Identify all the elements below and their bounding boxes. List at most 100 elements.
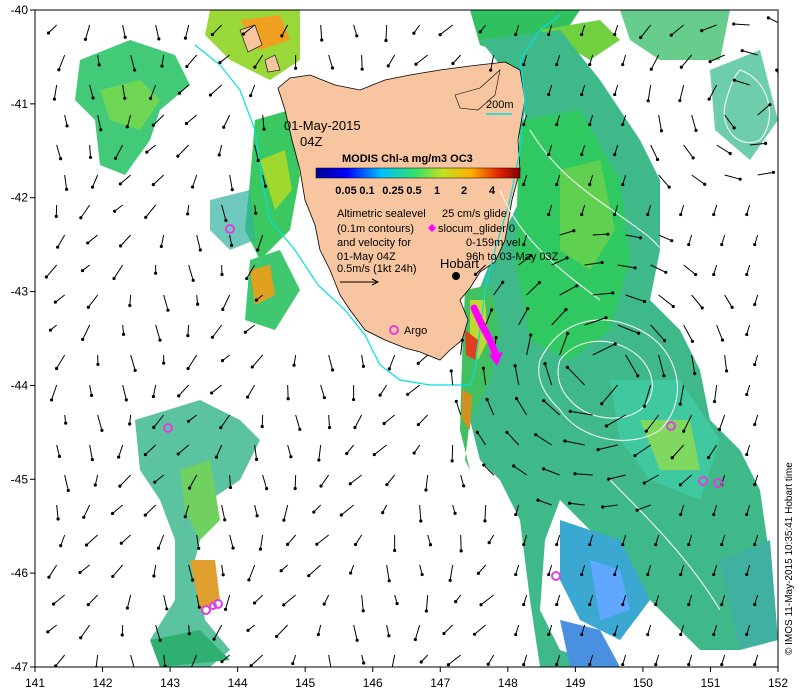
velocity-arrow-head xyxy=(794,98,797,101)
velocity-arrow-head xyxy=(159,244,163,249)
velocity-arrow-head xyxy=(81,337,85,341)
velocity-arrow-head xyxy=(90,185,95,189)
velocity-arrow-head xyxy=(330,368,335,372)
velocity-arrow-head xyxy=(91,96,95,100)
velocity-arrow-head xyxy=(778,333,781,336)
velocity-arrow-head xyxy=(522,662,526,667)
velocity-arrow-head xyxy=(353,542,358,547)
velocity-arrow-head xyxy=(46,31,51,35)
velocity-arrow-head xyxy=(154,271,158,275)
velocity-arrow xyxy=(780,565,783,575)
chl-tick-label: 4 xyxy=(489,185,496,197)
velocity-arrow-head xyxy=(424,609,429,613)
velocity-arrow-head xyxy=(222,125,226,129)
velocity-arrow-head xyxy=(322,602,326,606)
velocity-arrow-head xyxy=(414,62,418,66)
velocity-arrow-head xyxy=(753,602,757,607)
y-tick-label: -43 xyxy=(11,285,29,299)
velocity-arrow-head xyxy=(123,96,127,100)
velocity-arrow-head xyxy=(753,422,757,427)
velocity-arrow-head xyxy=(745,212,749,217)
velocity-arrow-head xyxy=(482,463,486,467)
velocity-arrow-head xyxy=(691,156,695,160)
velocity-arrow-head xyxy=(472,632,477,636)
velocity-arrow-head xyxy=(119,244,123,248)
velocity-arrow xyxy=(779,44,790,55)
velocity-arrow-head xyxy=(88,155,93,160)
altimetry-scale: 0.5m/s (1kt 24h) xyxy=(337,263,416,275)
velocity-arrow-head xyxy=(412,31,416,35)
velocity-arrow-head xyxy=(707,97,711,101)
velocity-arrow-head xyxy=(639,35,643,40)
velocity-arrow-head xyxy=(230,188,234,192)
velocity-arrow-head xyxy=(745,512,749,517)
velocity-arrow-head xyxy=(385,483,389,487)
velocity-arrow-head xyxy=(768,103,772,107)
velocity-arrow-head xyxy=(745,332,749,337)
velocity-arrow-head xyxy=(693,371,697,376)
x-axis: 141 142 143 144 145 146 147 148 149 150 151 152 xyxy=(25,667,788,690)
velocity-arrow xyxy=(780,625,783,635)
velocity-arrow-head xyxy=(601,505,605,509)
velocity-arrow-head xyxy=(786,303,789,306)
altimetry-line3: and velocity for xyxy=(337,237,411,249)
velocity-arrow-head xyxy=(644,429,648,433)
velocity-arrow-head xyxy=(448,578,452,583)
velocity-arrow-head xyxy=(730,305,734,309)
velocity-arrow-head xyxy=(158,638,162,642)
velocity-arrow-head xyxy=(694,128,698,133)
velocity-arrow-head xyxy=(490,308,494,312)
velocity-arrow-head xyxy=(151,123,155,127)
velocity-arrow-head xyxy=(416,422,421,427)
velocity-arrow xyxy=(780,205,783,215)
velocity-arrow-head xyxy=(158,338,162,342)
velocity-arrow-head xyxy=(123,35,127,39)
velocity-arrow-head xyxy=(52,97,56,101)
velocity-arrow-head xyxy=(144,215,148,219)
y-tick-label: -41 xyxy=(11,97,29,111)
velocity-arrow-head xyxy=(712,399,717,404)
velocity-arrow-head xyxy=(682,429,686,433)
x-tick-label: 149 xyxy=(565,676,585,690)
hobart-marker xyxy=(452,272,460,280)
velocity-arrow-head xyxy=(753,482,757,487)
velocity-arrow-head xyxy=(526,306,530,311)
velocity-arrow-head xyxy=(678,98,682,103)
velocity-arrow-head xyxy=(197,546,201,550)
velocity-arrow-head xyxy=(97,63,101,67)
velocity-arrow-head xyxy=(646,572,650,577)
velocity-arrow-head xyxy=(564,308,568,312)
velocity-arrow-head xyxy=(54,214,58,219)
velocity-arrow-head xyxy=(162,361,166,365)
velocity-arrow-head xyxy=(293,486,297,491)
velocity-arrow-head xyxy=(778,213,781,216)
velocity-arrow-head xyxy=(120,633,124,637)
velocity-arrow-head xyxy=(786,423,789,426)
velocity-arrow-head xyxy=(621,662,625,667)
velocity-arrow-head xyxy=(220,359,225,363)
velocity-arrow-head xyxy=(66,488,70,493)
velocity-arrow-head xyxy=(690,339,695,343)
velocity-arrow-head xyxy=(567,501,572,505)
velocity-arrow-head xyxy=(111,574,115,579)
velocity-arrow-head xyxy=(56,245,60,249)
velocity-arrow-head xyxy=(572,229,576,233)
velocity-arrow-head xyxy=(166,308,170,312)
velocity-arrow-head xyxy=(220,660,224,664)
velocity-arrow-head xyxy=(670,456,674,460)
velocity-arrow-head xyxy=(543,362,547,366)
velocity-arrow-head xyxy=(446,663,450,667)
velocity-arrow-head xyxy=(745,452,749,457)
velocity-arrow-head xyxy=(110,511,115,516)
velocity-arrow-head xyxy=(177,394,181,398)
velocity-arrow-head xyxy=(478,30,482,34)
velocity-arrow-head xyxy=(280,34,284,38)
velocity-arrow-head xyxy=(223,607,228,611)
velocity-arrow-head xyxy=(778,453,781,456)
velocity-arrow-head xyxy=(231,546,235,550)
velocity-arrow-head xyxy=(547,632,551,637)
velocity-arrow-head xyxy=(420,572,424,577)
velocity-arrow-head xyxy=(221,307,225,311)
velocity-arrow-head xyxy=(555,542,559,547)
velocity-arrow-head xyxy=(633,266,637,270)
